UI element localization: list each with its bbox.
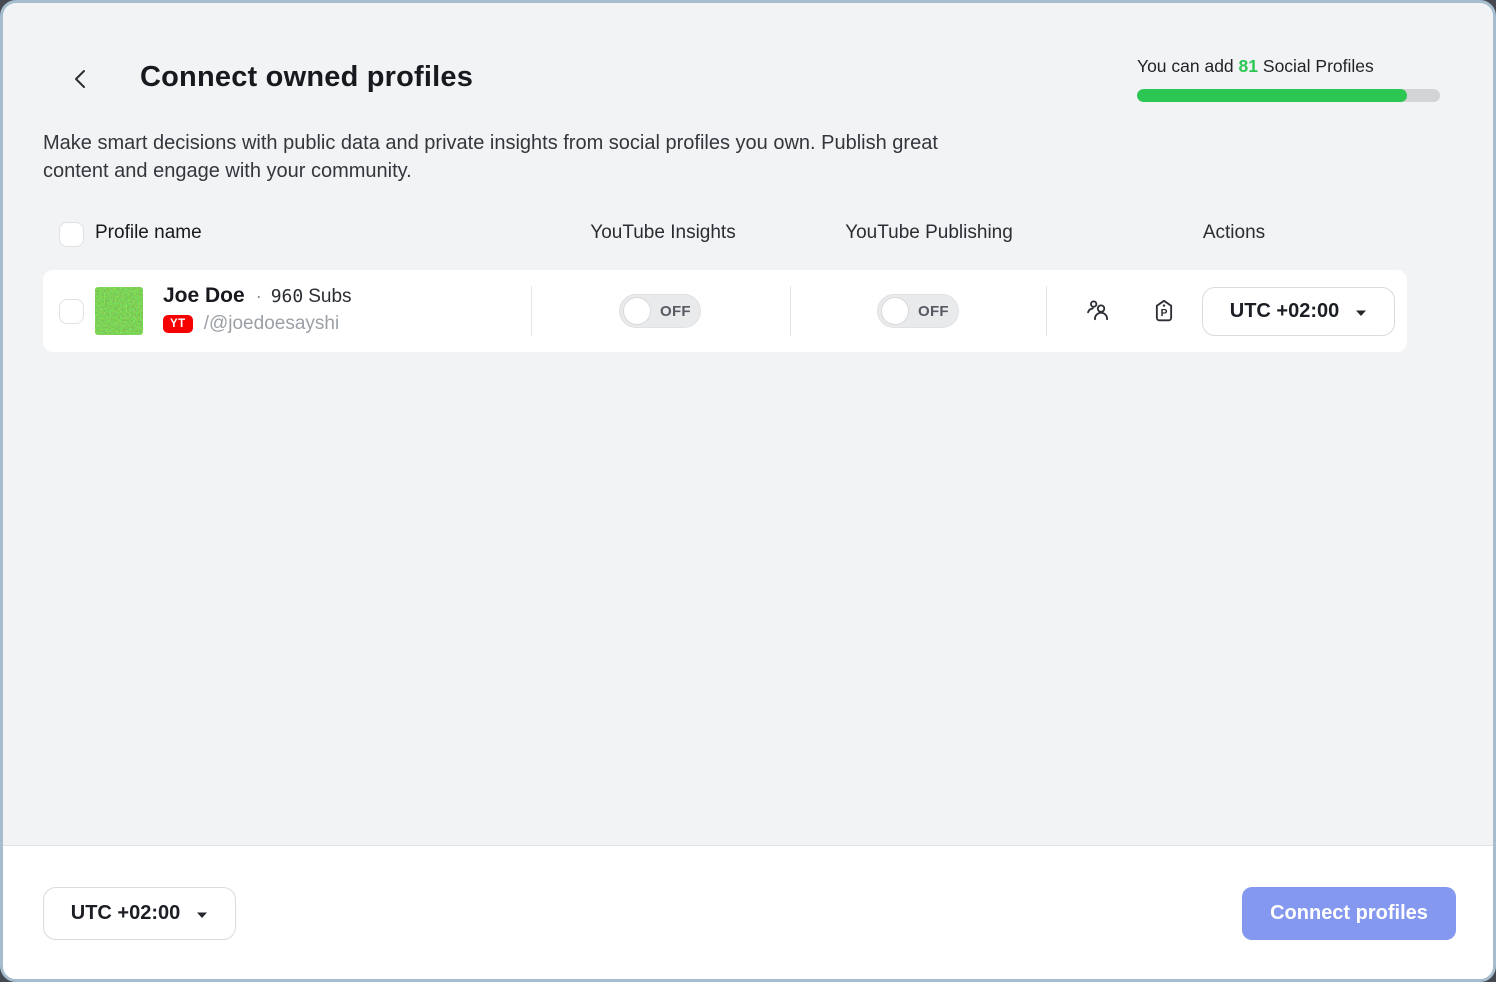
people-icon <box>1085 298 1111 327</box>
column-header-profile-name: Profile name <box>95 222 202 243</box>
row-select-checkbox[interactable] <box>59 299 84 324</box>
column-header-youtube-insights: YouTube Insights <box>590 222 736 243</box>
connect-profiles-button[interactable]: Connect profiles <box>1242 887 1456 940</box>
audience-action-button[interactable] <box>1085 299 1111 325</box>
subscriber-unit: Subs <box>308 286 352 307</box>
capacity-progress-bar <box>1137 89 1440 102</box>
youtube-badge: YT <box>163 314 193 334</box>
youtube-insights-toggle[interactable]: OFF <box>619 294 701 328</box>
column-divider <box>1046 286 1047 336</box>
tag-p-icon: P <box>1151 298 1177 327</box>
caret-down-icon <box>1355 300 1367 323</box>
page-description: Make smart decisions with public data an… <box>43 132 938 182</box>
column-divider <box>790 286 791 336</box>
youtube-publishing-toggle[interactable]: OFF <box>877 294 959 328</box>
chevron-left-icon <box>72 67 88 94</box>
capacity-text: You can add 81 Social Profiles <box>1137 56 1457 77</box>
column-divider <box>531 286 532 336</box>
toggle-knob <box>623 297 651 325</box>
page-title: Connect owned profiles <box>140 61 474 93</box>
capacity-prefix: You can add <box>1137 56 1234 76</box>
capacity-suffix: Social Profiles <box>1262 56 1374 76</box>
caret-down-icon <box>196 902 208 925</box>
connect-profiles-modal: Connect owned profiles You can add 81 So… <box>0 0 1496 982</box>
footer-bar: UTC +02:00 Connect profiles <box>3 845 1493 979</box>
capacity-progress-fill <box>1137 89 1407 102</box>
profile-handle: /@joedoesayshi <box>203 313 340 334</box>
timezone-value: UTC +02:00 <box>70 902 181 924</box>
column-header-actions: Actions <box>1202 222 1266 243</box>
column-header-youtube-publishing: YouTube Publishing <box>845 222 1013 243</box>
toggle-state-label: OFF <box>660 303 691 320</box>
svg-text:P: P <box>1161 307 1168 318</box>
select-all-checkbox[interactable] <box>59 222 84 247</box>
subscriber-count: 960 <box>270 286 304 307</box>
profile-name-line: Joe Doe · 960 Subs <box>163 284 352 308</box>
toggle-knob <box>881 297 909 325</box>
footer-timezone-dropdown[interactable]: UTC +02:00 <box>43 887 236 940</box>
profile-handle-line: YT /@joedoesayshi <box>163 313 339 335</box>
dot-separator: · <box>255 286 262 306</box>
row-timezone-dropdown[interactable]: UTC +02:00 <box>1202 287 1395 336</box>
profile-name: Joe Doe <box>163 284 245 307</box>
timezone-value: UTC +02:00 <box>1229 300 1340 322</box>
table-row: Joe Doe · 960 Subs YT /@joedoesayshi OFF OF… <box>43 270 1407 352</box>
table-header: Profile name YouTube Insights YouTube Pu… <box>43 219 1407 251</box>
pricing-tag-action-button[interactable]: P <box>1151 299 1177 325</box>
capacity-count: 81 <box>1238 56 1259 76</box>
toggle-state-label: OFF <box>918 303 949 320</box>
avatar <box>95 287 143 335</box>
back-button[interactable] <box>65 65 95 95</box>
